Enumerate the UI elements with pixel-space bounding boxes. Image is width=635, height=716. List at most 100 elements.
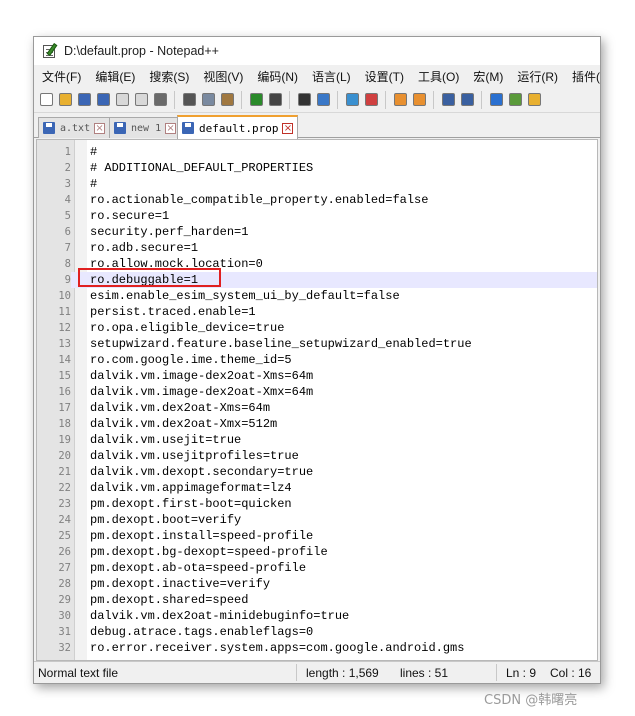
- open-file-icon[interactable]: [57, 92, 73, 108]
- tab-close-icon[interactable]: ×: [94, 122, 106, 134]
- function-list-icon[interactable]: [526, 92, 542, 108]
- tab-label: default.prop: [199, 121, 279, 135]
- code-line[interactable]: 32 ro.error.receiver.system.apps=com.goog…: [37, 640, 597, 656]
- zoom-in-icon[interactable]: [344, 92, 360, 108]
- code-line[interactable]: 26 pm.dexopt.bg-dexopt=speed-profile: [37, 544, 597, 560]
- code-line[interactable]: 28 pm.dexopt.inactive=verify: [37, 576, 597, 592]
- code-line[interactable]: 3 #: [37, 176, 597, 192]
- tab-new-1[interactable]: new 1 ×: [109, 117, 182, 138]
- replace-icon[interactable]: [315, 92, 331, 108]
- tab-label: a.txt: [60, 122, 91, 134]
- code-line[interactable]: 4 ro.actionable_compatible_property.enabl…: [37, 192, 597, 208]
- code-line[interactable]: 6 security.perf_harden=1: [37, 224, 597, 240]
- line-number: 24: [58, 514, 71, 526]
- title-bar[interactable]: D:\default.prop - Notepad++: [34, 37, 600, 65]
- cut-icon[interactable]: [181, 92, 197, 108]
- line-number: 13: [58, 338, 71, 350]
- code-line[interactable]: 7 ro.adb.secure=1: [37, 240, 597, 256]
- code-line[interactable]: 14 ro.com.google.ime.theme_id=5: [37, 352, 597, 368]
- line-number: 28: [58, 578, 71, 590]
- menu-tools[interactable]: 工具(O): [418, 68, 459, 85]
- line-number: 25: [58, 530, 71, 542]
- menu-macro[interactable]: 宏(M): [473, 68, 503, 85]
- line-number: 1: [64, 146, 71, 158]
- doc-map-icon[interactable]: [507, 92, 523, 108]
- indent-guide-icon[interactable]: [488, 92, 504, 108]
- find-icon[interactable]: [296, 92, 312, 108]
- menu-run[interactable]: 运行(R): [517, 68, 558, 85]
- code-line[interactable]: 22 dalvik.vm.appimageformat=lz4: [37, 480, 597, 496]
- saved-file-icon: [182, 122, 194, 134]
- menu-search[interactable]: 搜索(S): [149, 68, 189, 85]
- sync-horizontal-icon[interactable]: [411, 92, 427, 108]
- code-line[interactable]: 20 dalvik.vm.usejitprofiles=true: [37, 448, 597, 464]
- toolbar-separator: [174, 90, 175, 109]
- toolbar-separator: [337, 90, 338, 109]
- code-line[interactable]: 1 #: [37, 144, 597, 160]
- code-line[interactable]: 29 pm.dexopt.shared=speed: [37, 592, 597, 608]
- line-number: 31: [58, 626, 71, 638]
- code-line[interactable]: 10 esim.enable_esim_system_ui_by_default=…: [37, 288, 597, 304]
- code-line[interactable]: 8 ro.allow.mock.location=0: [37, 256, 597, 272]
- menu-file[interactable]: 文件(F): [42, 68, 81, 85]
- status-divider: [296, 664, 297, 681]
- zoom-out-icon[interactable]: [363, 92, 379, 108]
- word-wrap-icon[interactable]: [440, 92, 456, 108]
- line-number: 30: [58, 610, 71, 622]
- code-line[interactable]: 17 dalvik.vm.dex2oat-Xms=64m: [37, 400, 597, 416]
- code-line[interactable]: 15 dalvik.vm.image-dex2oat-Xms=64m: [37, 368, 597, 384]
- line-number: 4: [64, 194, 71, 206]
- tab-default-prop[interactable]: default.prop ×: [177, 115, 299, 139]
- code-line[interactable]: 23 pm.dexopt.first-boot=quicken: [37, 496, 597, 512]
- code-text: #: [90, 177, 98, 191]
- code-text: pm.dexopt.install=speed-profile: [90, 529, 314, 543]
- code-line[interactable]: 11 persist.traced.enable=1: [37, 304, 597, 320]
- menu-plugins[interactable]: 插件(: [572, 68, 600, 85]
- close-icon[interactable]: [114, 92, 130, 108]
- show-all-chars-icon[interactable]: [459, 92, 475, 108]
- code-line[interactable]: 12 ro.opa.eligible_device=true: [37, 320, 597, 336]
- tab-close-icon[interactable]: ×: [282, 122, 294, 134]
- status-length: length : 1,569: [306, 666, 379, 680]
- menu-encoding[interactable]: 编码(N): [257, 68, 298, 85]
- redo-icon[interactable]: [267, 92, 283, 108]
- menu-view[interactable]: 视图(V): [203, 68, 243, 85]
- code-text: ro.actionable_compatible_property.enable…: [90, 193, 429, 207]
- undo-icon[interactable]: [248, 92, 264, 108]
- code-line[interactable]: 9 ro.debuggable=1: [37, 272, 597, 288]
- code-line[interactable]: 2 # ADDITIONAL_DEFAULT_PROPERTIES: [37, 160, 597, 176]
- close-all-icon[interactable]: [133, 92, 149, 108]
- code-line[interactable]: 24 pm.dexopt.boot=verify: [37, 512, 597, 528]
- code-text: dalvik.vm.dex2oat-Xms=64m: [90, 401, 271, 415]
- code-line[interactable]: 31 debug.atrace.tags.enableflags=0: [37, 624, 597, 640]
- code-line[interactable]: 27 pm.dexopt.ab-ota=speed-profile: [37, 560, 597, 576]
- print-icon[interactable]: [152, 92, 168, 108]
- save-icon[interactable]: [76, 92, 92, 108]
- saved-file-icon: [114, 122, 126, 134]
- menu-settings[interactable]: 设置(T): [365, 68, 404, 85]
- code-line[interactable]: 19 dalvik.vm.usejit=true: [37, 432, 597, 448]
- tab-close-icon[interactable]: ×: [165, 122, 177, 134]
- status-col: Col : 16: [550, 666, 592, 680]
- code-line[interactable]: 5 ro.secure=1: [37, 208, 597, 224]
- code-text: #: [90, 145, 98, 159]
- line-number: 14: [58, 354, 71, 366]
- code-line[interactable]: 16 dalvik.vm.image-dex2oat-Xmx=64m: [37, 384, 597, 400]
- paste-icon[interactable]: [219, 92, 235, 108]
- menu-language[interactable]: 语言(L): [312, 68, 351, 85]
- code-line[interactable]: 18 dalvik.vm.dex2oat-Xmx=512m: [37, 416, 597, 432]
- code-text: security.perf_harden=1: [90, 225, 249, 239]
- code-line[interactable]: 25 pm.dexopt.install=speed-profile: [37, 528, 597, 544]
- editor-lines: 1 #2 # ADDITIONAL_DEFAULT_PROPERTIES 3 #4 ro.…: [37, 144, 597, 656]
- new-file-icon[interactable]: [38, 92, 54, 108]
- save-all-icon[interactable]: [95, 92, 111, 108]
- code-line[interactable]: 30 dalvik.vm.dex2oat-minidebuginfo=true: [37, 608, 597, 624]
- code-line[interactable]: 13 setupwizard.feature.baseline_setupwiza…: [37, 336, 597, 352]
- toolbar-separator: [433, 90, 434, 109]
- menu-edit[interactable]: 编辑(E): [95, 68, 135, 85]
- text-editor[interactable]: 1 #2 # ADDITIONAL_DEFAULT_PROPERTIES 3 #4 ro.…: [36, 139, 598, 661]
- copy-icon[interactable]: [200, 92, 216, 108]
- sync-vertical-icon[interactable]: [392, 92, 408, 108]
- code-line[interactable]: 21 dalvik.vm.dexopt.secondary=true: [37, 464, 597, 480]
- tab-a-txt[interactable]: a.txt ×: [38, 117, 111, 138]
